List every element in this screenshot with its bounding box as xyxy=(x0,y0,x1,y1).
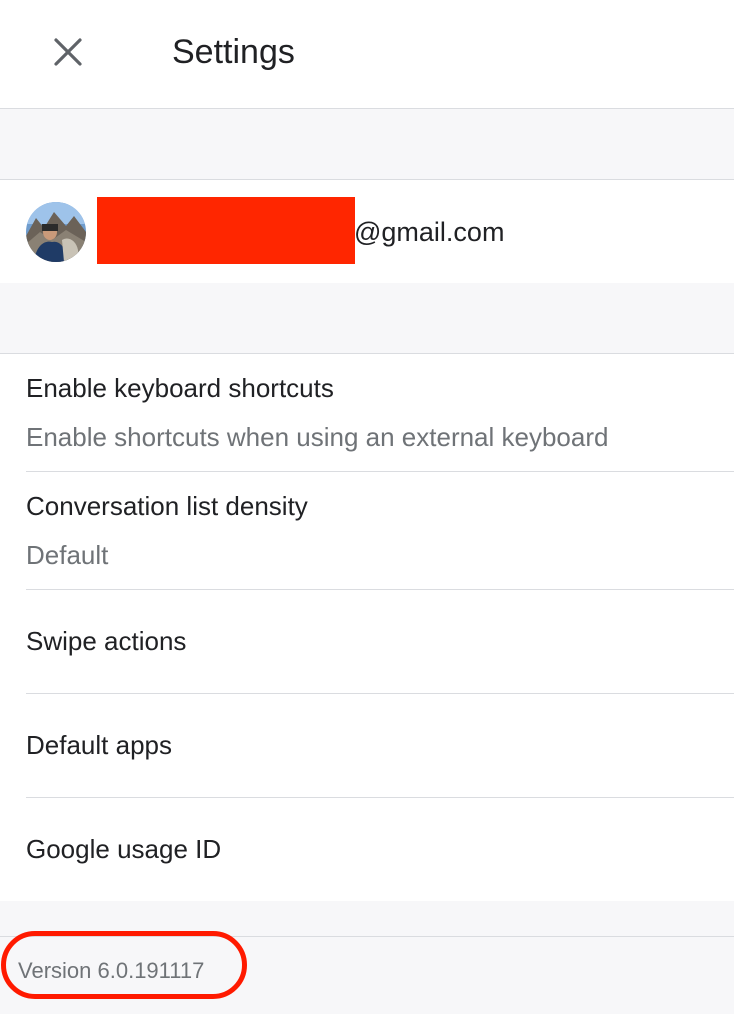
avatar-photo xyxy=(26,202,86,262)
setting-swipe-actions[interactable]: Swipe actions xyxy=(26,590,734,694)
avatar[interactable] xyxy=(26,202,86,262)
setting-description: Enable shortcuts when using an external … xyxy=(26,422,609,452)
footer: Version 6.0.191117 xyxy=(0,931,734,1014)
setting-label: Google usage ID xyxy=(26,834,222,864)
setting-label: Swipe actions xyxy=(26,626,187,656)
version-highlight-annotation xyxy=(1,931,247,999)
setting-conversation-list-density[interactable]: Conversation list density Default xyxy=(26,472,734,590)
setting-label: Default apps xyxy=(26,730,172,760)
section-spacer xyxy=(0,109,734,179)
header: Settings xyxy=(0,0,734,109)
settings-list: Enable keyboard shortcuts Enable shortcu… xyxy=(0,353,734,902)
close-button[interactable] xyxy=(44,28,92,76)
setting-value: Default xyxy=(26,540,109,570)
account-email: @gmail.com xyxy=(354,217,505,247)
setting-enable-keyboard-shortcuts[interactable]: Enable keyboard shortcuts Enable shortcu… xyxy=(26,354,734,472)
setting-label: Enable keyboard shortcuts xyxy=(26,373,334,403)
close-icon xyxy=(54,38,82,66)
page-title: Settings xyxy=(172,33,295,71)
account-row[interactable]: @gmail.com xyxy=(0,179,734,284)
section-spacer xyxy=(0,283,734,353)
setting-default-apps[interactable]: Default apps xyxy=(26,694,734,798)
redacted-email-username xyxy=(97,197,355,264)
setting-label: Conversation list density xyxy=(26,491,308,521)
setting-google-usage-id[interactable]: Google usage ID xyxy=(26,798,734,901)
